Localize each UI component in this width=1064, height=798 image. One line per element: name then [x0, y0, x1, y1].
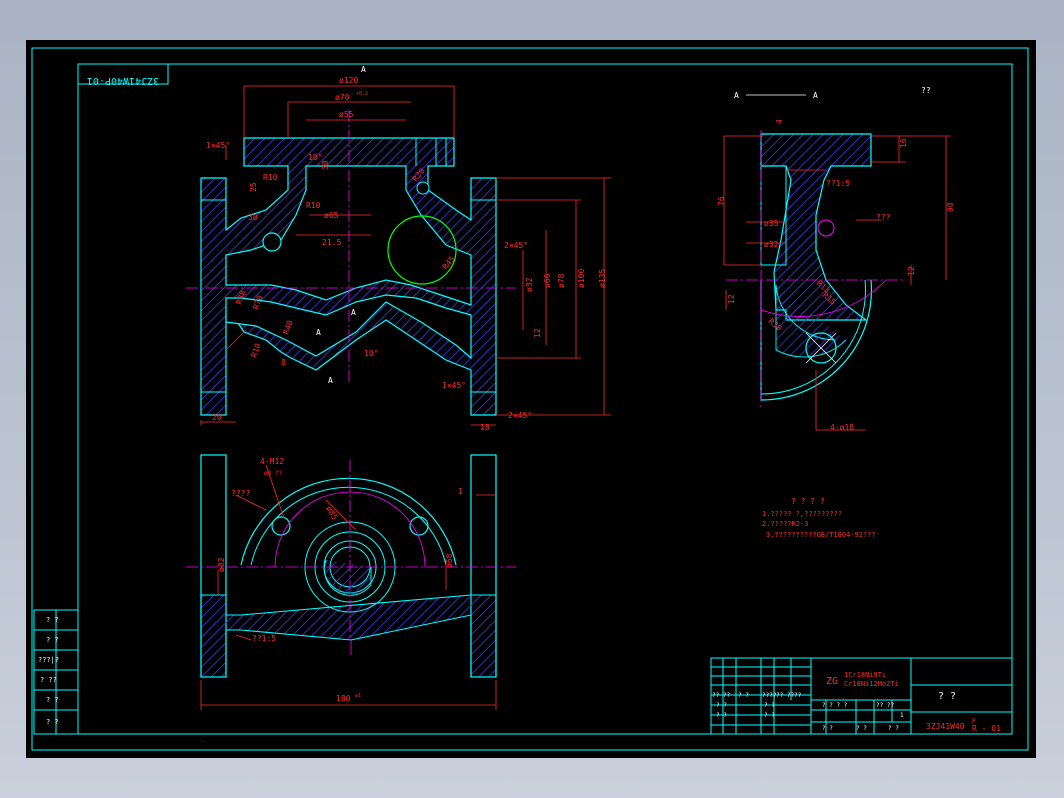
- svg-text:4-M12: 4-M12: [260, 457, 284, 466]
- svg-text:18: 18: [480, 423, 490, 432]
- svg-text:???|?: ???|?: [38, 656, 59, 664]
- svg-text:8: 8: [281, 358, 286, 367]
- svg-text:? ?: ? ?: [716, 712, 727, 719]
- svg-text:76: 76: [717, 196, 726, 206]
- svg-text:1.????? ?,?????????: 1.????? ?,?????????: [762, 510, 842, 518]
- svg-text:????: ????: [231, 489, 250, 498]
- svg-text:12: 12: [727, 294, 736, 304]
- svg-text:2×45°: 2×45°: [508, 411, 532, 420]
- svg-text:? ?: ? ?: [46, 718, 59, 726]
- svg-text:30: 30: [248, 213, 258, 222]
- svg-text:ø66: ø66: [543, 273, 552, 288]
- svg-text:? ?: ? ?: [888, 725, 899, 732]
- drawing-canvas: 3ZJ41W40P-01 ? ? ? ? ???|? ? ?? ? ? ? ?: [26, 40, 1036, 758]
- svg-text:3.??????????GB/T1804-92???: 3.??????????GB/T1804-92???: [766, 531, 876, 539]
- svg-text:1: 1: [458, 487, 463, 496]
- title-block: ?? ?? ? ? ???? ?? ?? ?? ? ? ? ? ? ? ? ? …: [710, 657, 1013, 735]
- svg-text:? ?: ? ?: [764, 712, 775, 719]
- front-view: ø120 ø70 +0.2 ø55 1×45° R10 25 30 30 10°…: [186, 65, 611, 432]
- svg-text:10°: 10°: [364, 349, 378, 358]
- svg-text:?? ??: ?? ??: [712, 692, 730, 699]
- svg-text:ø82: ø82: [217, 557, 226, 572]
- svg-text:180: 180: [336, 694, 351, 703]
- cad-drawing: 3ZJ41W40P-01 ? ? ? ? ???|? ? ?? ? ? ? ?: [31, 47, 1029, 751]
- svg-text:1Cr18Ni9Ti: 1Cr18Ni9Ti: [844, 671, 886, 679]
- bottom-view: 4-M12 ø3 ?? 1 ø82 ø68 ø85 ??1:5 180 ±1 ?…: [186, 454, 516, 710]
- svg-text:1: 1: [900, 712, 904, 719]
- svg-text:ø85: ø85: [324, 505, 339, 522]
- svg-text:? ?: ? ?: [46, 636, 59, 644]
- svg-text:ø120: ø120: [339, 76, 358, 85]
- svg-text:1×45°: 1×45°: [442, 381, 466, 390]
- svg-text:? ? ? ?: ? ? ? ?: [822, 702, 848, 709]
- svg-text:? ?: ? ?: [938, 691, 956, 702]
- svg-text:? ?: ? ?: [46, 616, 59, 624]
- left-revision-strip: ? ? ? ? ???|? ? ?? ? ? ? ?: [33, 609, 79, 735]
- svg-text:?? ??: ?? ??: [876, 702, 894, 709]
- svg-text:? ?: ? ?: [738, 692, 749, 699]
- svg-text:_: _: [201, 735, 205, 742]
- drawing-number-stamp: 3ZJ41W40P-01: [77, 63, 169, 86]
- svg-text:R10: R10: [263, 173, 278, 182]
- svg-text:+0.2: +0.2: [356, 91, 368, 97]
- outer-border: [31, 47, 1029, 751]
- svg-text:R - 01: R - 01: [972, 724, 1001, 733]
- svg-text:A: A: [361, 65, 366, 74]
- svg-text:10°: 10°: [308, 153, 322, 162]
- svg-text:16: 16: [899, 138, 908, 148]
- svg-text:R10: R10: [306, 201, 321, 210]
- tech-requirements: ? ? ? ? 1.????? ?,????????? 2.?????R2-3 …: [762, 497, 876, 539]
- svg-text:ZG: ZG: [826, 676, 838, 687]
- svg-text:? ?: ? ?: [46, 696, 59, 704]
- svg-text:1×45°: 1×45°: [206, 141, 230, 150]
- svg-text:??: ??: [921, 86, 931, 95]
- svg-text:ø70: ø70: [335, 93, 350, 102]
- svg-text:ø3 ??: ø3 ??: [264, 470, 282, 477]
- svg-text:? ? ? ?: ? ? ? ?: [791, 497, 825, 506]
- svg-text:A: A: [351, 308, 356, 317]
- svg-text:25: 25: [249, 182, 258, 192]
- svg-text:3ZJ41W40P-01: 3ZJ41W40P-01: [87, 75, 159, 86]
- svg-text:Cr18Ni12Mo2Ti: Cr18Ni12Mo2Ti: [844, 680, 899, 688]
- svg-text:3ZJ41W40: 3ZJ41W40: [926, 722, 965, 731]
- svg-text:????: ????: [762, 692, 777, 699]
- svg-text:ø78: ø78: [557, 273, 566, 288]
- svg-text:20: 20: [212, 413, 222, 422]
- svg-text:4-ø18: 4-ø18: [830, 423, 854, 432]
- svg-text:A: A: [328, 376, 333, 385]
- svg-text:??: ??: [794, 692, 802, 699]
- svg-text:4: 4: [775, 119, 784, 124]
- svg-text:? ?: ? ?: [764, 702, 775, 709]
- svg-text:? ??: ? ??: [40, 676, 57, 684]
- svg-text:±1: ±1: [355, 693, 361, 699]
- svg-text:ø68: ø68: [445, 553, 454, 568]
- svg-text:???: ???: [876, 213, 891, 222]
- svg-text:A: A: [813, 91, 818, 100]
- svg-text:ø55: ø55: [339, 110, 354, 119]
- svg-text:A: A: [734, 91, 739, 100]
- svg-text:A: A: [316, 328, 321, 337]
- svg-text:? ?: ? ?: [856, 725, 867, 732]
- svg-text:ø35: ø35: [764, 219, 779, 228]
- svg-text:90: 90: [946, 202, 955, 212]
- svg-text:ø32: ø32: [525, 277, 534, 292]
- svg-text:??1:5: ??1:5: [826, 179, 850, 188]
- side-view: 76 4 16 90 12 12 ø35 ø32 R13 R15 R30 4-ø…: [717, 86, 955, 432]
- svg-text:??1:5: ??1:5: [252, 634, 276, 643]
- svg-text:? ?: ? ?: [716, 702, 727, 709]
- svg-text:ø32: ø32: [764, 240, 779, 249]
- svg-text:? ?: ? ?: [822, 725, 833, 732]
- svg-text:ø100: ø100: [577, 269, 586, 288]
- svg-text:12: 12: [907, 266, 916, 276]
- svg-text:?? ??: ?? ??: [776, 692, 794, 699]
- svg-text:R10: R10: [249, 342, 262, 359]
- svg-text:2×45°: 2×45°: [504, 241, 528, 250]
- svg-text:21.5: 21.5: [322, 238, 341, 247]
- svg-text:ø65: ø65: [324, 211, 339, 220]
- svg-text:2.?????R2-3: 2.?????R2-3: [762, 520, 808, 528]
- svg-text:12: 12: [533, 328, 542, 338]
- svg-text:ø135: ø135: [598, 269, 607, 288]
